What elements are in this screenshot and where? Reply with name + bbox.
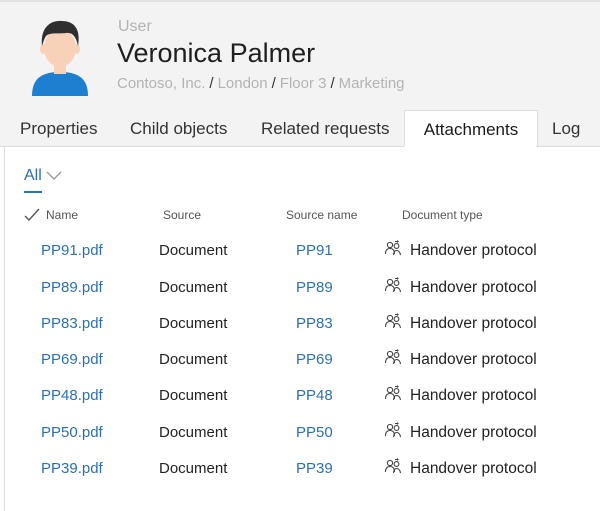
source-name-link[interactable]: PP91 — [296, 242, 333, 259]
source-cell: Document — [159, 424, 228, 441]
table-row[interactable]: PP69.pdf Document PP69 Handover protocol — [0, 349, 600, 387]
source-name-link[interactable]: PP39 — [296, 460, 333, 477]
source-name-link[interactable]: PP83 — [296, 315, 333, 332]
document-type-cell: Handover protocol — [410, 424, 537, 441]
source-cell: Document — [159, 242, 228, 259]
people-swap-icon — [384, 277, 402, 295]
document-type-cell: Handover protocol — [410, 460, 537, 477]
source-cell: Document — [159, 315, 228, 332]
breadcrumb-separator: / — [209, 75, 214, 92]
tab-baseline — [536, 146, 600, 147]
column-header-name[interactable]: Name — [46, 208, 78, 222]
attachment-name-link[interactable]: PP89.pdf — [41, 279, 103, 296]
header-top-border — [0, 0, 600, 2]
attachment-name-link[interactable]: PP83.pdf — [41, 315, 103, 332]
filter-label: All — [24, 167, 42, 184]
document-type-cell: Handover protocol — [410, 279, 537, 296]
source-name-link[interactable]: PP69 — [296, 351, 333, 368]
attachment-name-link[interactable]: PP50.pdf — [41, 424, 103, 441]
people-swap-icon — [384, 349, 402, 367]
column-header-source-name[interactable]: Source name — [286, 208, 357, 222]
document-type-cell: Handover protocol — [410, 242, 537, 259]
people-swap-icon — [384, 240, 402, 258]
filter-underline — [24, 191, 42, 193]
table-row[interactable]: PP39.pdf Document PP39 Handover protocol — [0, 458, 600, 496]
breadcrumb-item[interactable]: Contoso, Inc. — [117, 75, 205, 92]
attachment-name-link[interactable]: PP48.pdf — [41, 387, 103, 404]
people-swap-icon — [384, 385, 402, 403]
tab-baseline — [0, 146, 404, 147]
source-name-link[interactable]: PP89 — [296, 279, 333, 296]
source-name-link[interactable]: PP50 — [296, 424, 333, 441]
tab-bar: Properties Child objects Related request… — [0, 110, 600, 149]
source-name-link[interactable]: PP48 — [296, 387, 333, 404]
document-type-cell: Handover protocol — [410, 315, 537, 332]
tab-attachments[interactable]: Attachments — [404, 110, 538, 149]
page-title: Veronica Palmer — [117, 38, 316, 68]
document-type-cell: Handover protocol — [410, 351, 537, 368]
chevron-down-icon — [46, 171, 62, 180]
document-type-cell: Handover protocol — [410, 387, 537, 404]
column-header-document-type[interactable]: Document type — [402, 208, 483, 222]
tab-child-objects[interactable]: Child objects — [130, 110, 227, 147]
table-row[interactable]: PP89.pdf Document PP89 Handover protocol — [0, 277, 600, 315]
source-cell: Document — [159, 351, 228, 368]
people-swap-icon — [384, 313, 402, 331]
source-cell: Document — [159, 387, 228, 404]
breadcrumb-item[interactable]: Floor 3 — [280, 75, 327, 92]
table-row[interactable]: PP91.pdf Document PP91 Handover protocol — [0, 240, 600, 278]
table-row[interactable]: PP50.pdf Document PP50 Handover protocol — [0, 422, 600, 460]
table-row[interactable]: PP48.pdf Document PP48 Handover protocol — [0, 385, 600, 423]
filter-dropdown[interactable]: All — [24, 167, 62, 185]
attachment-name-link[interactable]: PP39.pdf — [41, 460, 103, 477]
breadcrumb-separator: / — [271, 75, 276, 92]
column-header-source[interactable]: Source — [163, 208, 201, 222]
tab-properties[interactable]: Properties — [20, 110, 97, 147]
tab-log[interactable]: Log — [552, 110, 580, 147]
tab-related-requests[interactable]: Related requests — [261, 110, 390, 147]
people-swap-icon — [384, 458, 402, 476]
source-cell: Document — [159, 279, 228, 296]
checkmark-icon[interactable] — [24, 208, 40, 222]
source-cell: Document — [159, 460, 228, 477]
attachment-name-link[interactable]: PP69.pdf — [41, 351, 103, 368]
object-type-label: User — [118, 18, 152, 35]
breadcrumb-item[interactable]: London — [218, 75, 268, 92]
breadcrumb-separator: / — [330, 75, 335, 92]
table-row[interactable]: PP83.pdf Document PP83 Handover protocol — [0, 313, 600, 351]
breadcrumb-item[interactable]: Marketing — [339, 75, 405, 92]
user-avatar-icon — [32, 20, 88, 96]
attachment-name-link[interactable]: PP91.pdf — [41, 242, 103, 259]
breadcrumb: Contoso, Inc. / London / Floor 3/Marketing — [117, 75, 405, 92]
people-swap-icon — [384, 422, 402, 440]
